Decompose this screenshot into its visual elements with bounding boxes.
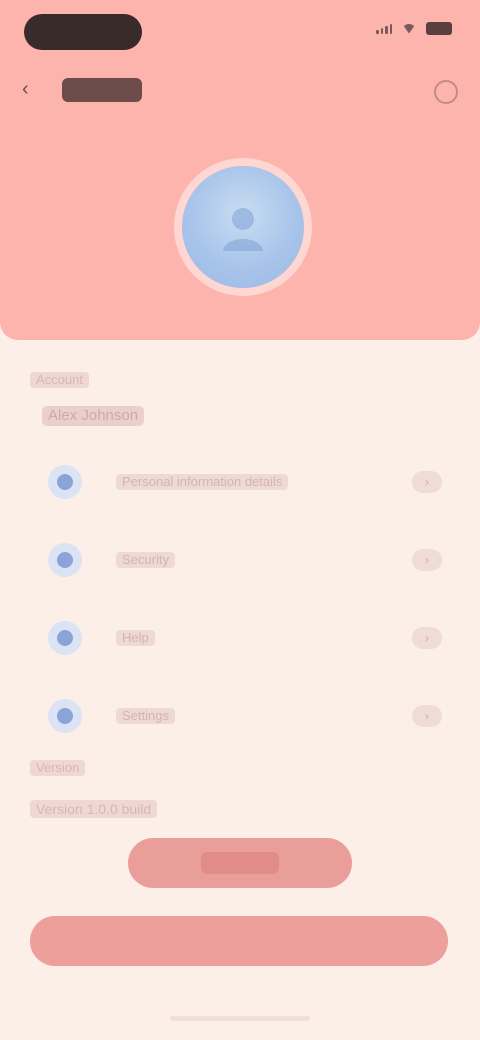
account-section-label: Account [30, 372, 89, 388]
page-title: Profile [62, 78, 142, 102]
home-indicator[interactable] [170, 1016, 310, 1021]
avatar[interactable] [182, 166, 304, 288]
delete-account-button[interactable]: Delete account permanently [30, 916, 448, 966]
status-icons [376, 22, 452, 35]
logout-button[interactable]: Log out [128, 838, 352, 888]
user-icon [48, 465, 82, 499]
profile-header: 9:41 ‹ Profile [0, 0, 480, 340]
more-icon[interactable] [434, 80, 458, 104]
version-section-label: Version [30, 760, 86, 776]
list-item-label: Security [116, 552, 175, 568]
gear-icon [48, 699, 82, 733]
logout-button-label: Log out [200, 852, 280, 874]
status-time: 9:41 [24, 14, 142, 50]
profile-name: Alex Johnson [42, 406, 145, 426]
list-item-security[interactable]: Security › [30, 532, 450, 588]
list-item-label: Personal information details [116, 474, 289, 490]
version-value: Version 1.0.0 build [30, 800, 158, 818]
profile-screen: 9:41 ‹ Profile Account Alex Johnson Pers [0, 0, 480, 1040]
chevron-right-icon: › [412, 705, 442, 727]
battery-icon [426, 22, 452, 35]
list-item-personal-info[interactable]: Personal information details › [30, 454, 450, 510]
signal-icon [376, 23, 392, 34]
list-item-label: Help [116, 630, 155, 646]
lock-icon [48, 543, 82, 577]
top-navigation: ‹ Profile [0, 70, 480, 110]
list-item-settings[interactable]: Settings › [30, 688, 450, 744]
back-arrow-icon[interactable]: ‹ [22, 79, 40, 99]
wifi-icon [402, 23, 416, 34]
chevron-right-icon: › [412, 471, 442, 493]
list-item-label: Settings [116, 708, 175, 724]
help-icon [48, 621, 82, 655]
chevron-right-icon: › [412, 627, 442, 649]
chevron-right-icon: › [412, 549, 442, 571]
user-avatar-icon [223, 208, 263, 251]
status-bar: 9:41 [0, 8, 480, 50]
list-item-help[interactable]: Help › [30, 610, 450, 666]
